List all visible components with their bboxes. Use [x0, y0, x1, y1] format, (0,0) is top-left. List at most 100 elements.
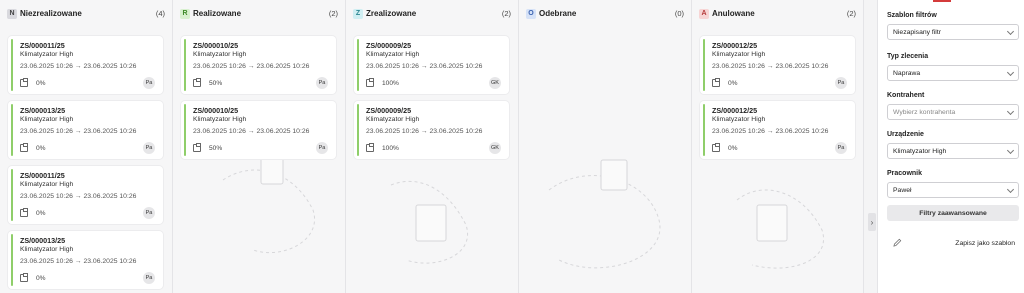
order-progress: 0% [728, 144, 738, 152]
card-status-bar [357, 39, 359, 91]
order-card[interactable]: ZS/000010/25 Klimatyzator High 23.06.2025 … [181, 101, 336, 159]
save-template-button[interactable]: Zapisz jako szablon [887, 235, 1019, 251]
card-status-bar [11, 39, 13, 91]
column-count: (2) [328, 9, 338, 18]
save-template-label: Zapisz jako szablon [955, 239, 1015, 247]
order-number: ZS/000010/25 [193, 106, 239, 115]
active-tab-indicator [933, 0, 951, 2]
device-select[interactable]: Klimatyzator High [887, 143, 1019, 159]
column-title: Realizowane [193, 9, 242, 18]
sidebar-toggle-button[interactable]: › [868, 213, 876, 231]
card-status-bar [184, 104, 186, 156]
order-card[interactable]: ZS/000012/25 Klimatyzator High 23.06.2025 … [700, 101, 855, 159]
employee-label: Pracownik [887, 170, 923, 177]
kanban-board: N Niezrealizowane (4) ZS/000011/25 Klimatyza… [0, 0, 866, 293]
order-dates: 23.06.2025 10:26 → 23.06.2025 10:26 [366, 63, 483, 70]
column-letter-badge: O [526, 8, 536, 19]
card-footer: 100% GK [366, 142, 501, 154]
column-title: Odebrane [539, 9, 577, 18]
contractor-placeholder: Wybierz kontrahenta [893, 108, 956, 116]
clipboard-icon [712, 143, 720, 152]
contractor-select[interactable]: Wybierz kontrahenta [887, 104, 1019, 120]
column-letter-badge: N [7, 8, 17, 19]
clipboard-icon [193, 78, 201, 87]
order-device: Klimatyzator High [20, 116, 74, 123]
order-dates: 23.06.2025 10:26 → 23.06.2025 10:26 [366, 128, 483, 135]
order-device: Klimatyzator High [20, 181, 74, 188]
column-header: A Anulowane (2) [692, 0, 863, 27]
assignee-avatar: Pa [835, 77, 847, 89]
column-anulowane: A Anulowane (2) ZS/000012/25 Klimatyzator Hi… [692, 0, 864, 293]
chevron-down-icon [1006, 27, 1015, 36]
order-device: Klimatyzator High [193, 51, 247, 58]
order-dates: 23.06.2025 10:26 → 23.06.2025 10:26 [712, 128, 829, 135]
order-device: Klimatyzator High [712, 116, 766, 123]
order-progress: 50% [209, 79, 223, 87]
order-card[interactable]: ZS/000011/25 Klimatyzator High 23.06.2025 … [8, 166, 163, 224]
column-letter-badge: A [699, 8, 709, 19]
clipboard-icon [20, 143, 28, 152]
order-type-select[interactable]: Naprawa [887, 65, 1019, 81]
column-count: (4) [155, 9, 165, 18]
card-list: ZS/000011/25 Klimatyzator High 23.06.2025 … [8, 36, 163, 293]
clipboard-icon [366, 78, 374, 87]
column-header: Z Zrealizowane (2) [346, 0, 518, 27]
column-letter-badge: Z [353, 8, 363, 19]
order-number: ZS/000013/25 [20, 236, 66, 245]
device-label: Urządzenie [887, 131, 924, 138]
order-number: ZS/000009/25 [366, 41, 412, 50]
order-dates: 23.06.2025 10:26 → 23.06.2025 10:26 [712, 63, 829, 70]
advanced-filters-button[interactable]: Filtry zaawansowane [887, 205, 1019, 221]
order-progress: 50% [209, 144, 223, 152]
order-card[interactable]: ZS/000010/25 Klimatyzator High 23.06.2025 … [181, 36, 336, 94]
chevron-down-icon [1006, 107, 1015, 116]
card-status-bar [703, 39, 705, 91]
assignee-avatar: Pa [143, 77, 155, 89]
template-label: Szablon filtrów [887, 12, 937, 19]
column-header: O Odebrane (0) [519, 0, 691, 27]
card-footer: 0% Pa [20, 142, 155, 154]
column-count: (2) [501, 9, 511, 18]
order-card[interactable]: ZS/000013/25 Klimatyzator High 23.06.2025 … [8, 101, 163, 159]
order-progress: 0% [728, 79, 738, 87]
order-type-value: Naprawa [893, 69, 921, 77]
order-device: Klimatyzator High [366, 51, 420, 58]
order-device: Klimatyzator High [366, 116, 420, 123]
card-status-bar [11, 234, 13, 286]
column-title: Anulowane [712, 9, 755, 18]
pencil-icon [893, 238, 902, 247]
card-footer: 0% Pa [712, 77, 847, 89]
order-card[interactable]: ZS/000011/25 Klimatyzator High 23.06.2025 … [8, 36, 163, 94]
column-header: R Realizowane (2) [173, 0, 345, 27]
card-list: ZS/000010/25 Klimatyzator High 23.06.2025 … [181, 36, 336, 166]
order-card[interactable]: ZS/000009/25 Klimatyzator High 23.06.2025 … [354, 36, 509, 94]
card-footer: 50% Pa [193, 77, 328, 89]
order-card[interactable]: ZS/000013/25 Klimatyzator High 23.06.2025 … [8, 231, 163, 289]
column-letter-badge: R [180, 8, 190, 19]
assignee-avatar: Pa [316, 142, 328, 154]
clipboard-icon [20, 78, 28, 87]
order-number: ZS/000012/25 [712, 41, 758, 50]
order-progress: 100% [382, 144, 399, 152]
chevron-down-icon [1006, 185, 1015, 194]
assignee-avatar: Pa [143, 207, 155, 219]
order-device: Klimatyzator High [193, 116, 247, 123]
chevron-right-icon: › [870, 217, 874, 227]
order-card[interactable]: ZS/000009/25 Klimatyzator High 23.06.2025 … [354, 101, 509, 159]
assignee-avatar: GK [489, 77, 501, 89]
template-select[interactable]: Niezapisany filtr [887, 24, 1019, 40]
employee-select[interactable]: Paweł [887, 182, 1019, 198]
card-footer: 0% Pa [20, 272, 155, 284]
card-status-bar [11, 169, 13, 221]
card-status-bar [184, 39, 186, 91]
assignee-avatar: Pa [835, 142, 847, 154]
column-title: Zrealizowane [366, 9, 417, 18]
order-dates: 23.06.2025 10:26 → 23.06.2025 10:26 [20, 63, 137, 70]
template-select-value: Niezapisany filtr [893, 28, 941, 36]
order-dates: 23.06.2025 10:26 → 23.06.2025 10:26 [20, 128, 137, 135]
contractor-label: Kontrahent [887, 92, 925, 99]
order-card[interactable]: ZS/000012/25 Klimatyzator High 23.06.2025 … [700, 36, 855, 94]
column-zrealizowane: Z Zrealizowane (2) ZS/000009/25 Klimatyzator… [346, 0, 519, 293]
card-footer: 100% GK [366, 77, 501, 89]
card-list: ZS/000012/25 Klimatyzator High 23.06.2025 … [700, 36, 855, 166]
